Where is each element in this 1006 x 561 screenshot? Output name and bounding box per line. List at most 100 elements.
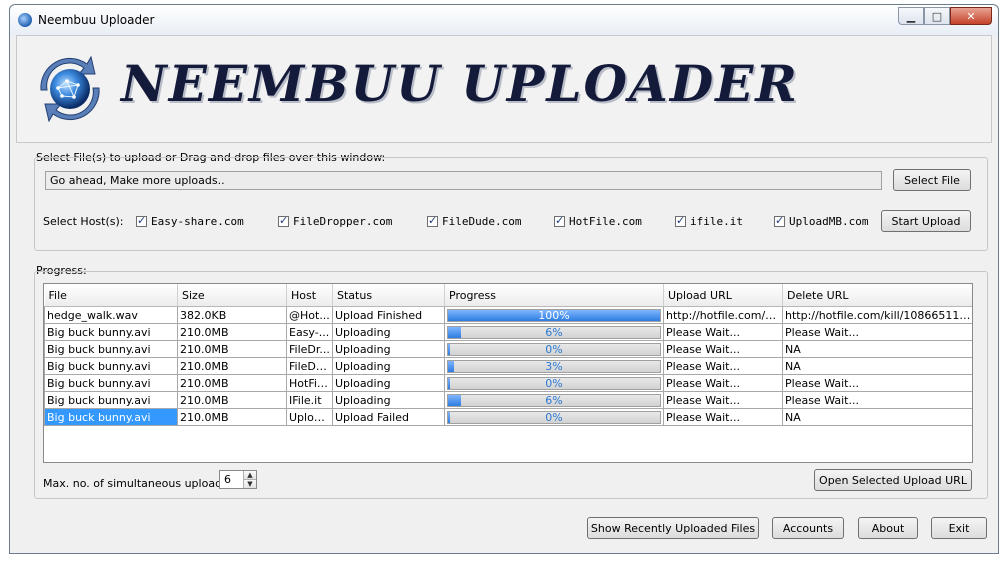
cell-upload-url[interactable]: Please Wait... bbox=[663, 374, 783, 392]
host-checkbox-filedude[interactable]: FileDude.com bbox=[427, 214, 521, 228]
exit-button[interactable]: Exit bbox=[931, 517, 987, 539]
about-button[interactable]: About bbox=[858, 517, 918, 539]
cell-status[interactable]: Uploading bbox=[332, 357, 445, 375]
uploads-table[interactable]: File Size Host Status Progress Upload UR… bbox=[43, 283, 973, 463]
column-header-upload-url[interactable]: Upload URL bbox=[663, 284, 783, 307]
show-recent-uploads-button[interactable]: Show Recently Uploaded Files bbox=[587, 517, 759, 539]
cell-size[interactable]: 210.0MB bbox=[177, 357, 287, 375]
cell-delete-url[interactable]: Please Wait... bbox=[782, 374, 972, 392]
cell-progress[interactable]: 6% bbox=[444, 391, 664, 409]
host-checkbox-uploadmb[interactable]: UploadMB.com bbox=[774, 214, 869, 228]
cell-file[interactable]: Big buck bunny.avi bbox=[44, 374, 178, 392]
column-header-progress[interactable]: Progress bbox=[444, 284, 664, 307]
max-uploads-spinner[interactable]: 6 ▲ ▼ bbox=[219, 470, 257, 489]
open-selected-upload-url-button[interactable]: Open Selected Upload URL bbox=[814, 469, 972, 491]
minimize-button[interactable]: ▁ bbox=[898, 7, 924, 25]
cell-status[interactable]: Upload Finished bbox=[332, 306, 445, 324]
cell-size[interactable]: 382.0KB bbox=[177, 306, 287, 324]
cell-host[interactable]: @Hot... bbox=[286, 306, 333, 324]
checkbox-checked-icon[interactable] bbox=[427, 214, 438, 227]
title-bar[interactable]: Neembuu Uploader ▁ □ ✕ bbox=[10, 5, 998, 35]
column-header-status[interactable]: Status bbox=[332, 284, 445, 307]
cell-upload-url[interactable]: Please Wait... bbox=[663, 323, 783, 341]
maximize-button[interactable]: □ bbox=[924, 7, 950, 25]
host-checkbox-hotfile[interactable]: HotFile.com bbox=[554, 214, 642, 228]
cell-size[interactable]: 210.0MB bbox=[177, 323, 287, 341]
cell-host[interactable]: FileDu... bbox=[286, 357, 333, 375]
checkbox-checked-icon[interactable] bbox=[136, 214, 147, 227]
host-checkbox-easy-share[interactable]: Easy-share.com bbox=[136, 214, 244, 228]
table-row[interactable]: Big buck bunny.avi 210.0MB HotFil... Upload… bbox=[44, 374, 972, 392]
cell-status[interactable]: Uploading bbox=[332, 323, 445, 341]
cell-progress[interactable]: 0% bbox=[444, 408, 664, 426]
cell-progress[interactable]: 0% bbox=[444, 340, 664, 358]
max-uploads-value[interactable]: 6 bbox=[224, 473, 231, 486]
table-row[interactable]: Big buck bunny.avi 210.0MB FileDu... Upload… bbox=[44, 357, 972, 375]
table-row[interactable]: Big buck bunny.avi 210.0MB IFile.it Uploadi… bbox=[44, 391, 972, 409]
start-upload-button[interactable]: Start Upload bbox=[881, 210, 971, 232]
logo-text: NEEMBUU UPLOADER bbox=[121, 54, 799, 113]
close-button[interactable]: ✕ bbox=[950, 7, 992, 25]
cell-upload-url[interactable]: http://hotfile.com/dl/... bbox=[663, 306, 783, 324]
select-file-button[interactable]: Select File bbox=[893, 169, 971, 191]
checkbox-checked-icon[interactable] bbox=[278, 214, 289, 227]
host-name: UploadMB.com bbox=[789, 215, 869, 228]
file-path-field[interactable]: Go ahead, Make more uploads.. bbox=[45, 171, 882, 190]
progress-percent: 6% bbox=[545, 393, 563, 407]
cell-delete-url[interactable]: http://hotfile.com/kill/108665113/22... bbox=[782, 306, 972, 324]
cell-status[interactable]: Uploading bbox=[332, 374, 445, 392]
cell-delete-url[interactable]: NA bbox=[782, 357, 972, 375]
cell-size[interactable]: 210.0MB bbox=[177, 374, 287, 392]
cell-file[interactable]: Big buck bunny.avi bbox=[44, 323, 178, 341]
select-hosts-label: Select Host(s): bbox=[43, 215, 124, 228]
cell-upload-url[interactable]: Please Wait... bbox=[663, 391, 783, 409]
maximize-icon: □ bbox=[931, 9, 943, 23]
cell-progress[interactable]: 6% bbox=[444, 323, 664, 341]
cell-host[interactable]: IFile.it bbox=[286, 391, 333, 409]
cell-file[interactable]: hedge_walk.wav bbox=[44, 306, 178, 324]
column-header-size[interactable]: Size bbox=[177, 284, 287, 307]
progress-percent: 0% bbox=[545, 376, 563, 390]
column-header-host[interactable]: Host bbox=[286, 284, 333, 307]
cell-host[interactable]: Easy-... bbox=[286, 323, 333, 341]
table-row[interactable]: Big buck bunny.avi 210.0MB Easy-... Uploadi… bbox=[44, 323, 972, 341]
spinner-up-icon[interactable]: ▲ bbox=[244, 471, 256, 480]
cell-progress[interactable]: 100% bbox=[444, 306, 664, 324]
checkbox-checked-icon[interactable] bbox=[675, 214, 686, 227]
cell-file[interactable]: Big buck bunny.avi bbox=[44, 357, 178, 375]
cell-host[interactable]: FileDr... bbox=[286, 340, 333, 358]
column-header-delete-url[interactable]: Delete URL bbox=[782, 284, 972, 307]
cell-progress[interactable]: 3% bbox=[444, 357, 664, 375]
checkbox-checked-icon[interactable] bbox=[774, 214, 785, 227]
table-row[interactable]: Big buck bunny.avi 210.0MB FileDr... Upload… bbox=[44, 340, 972, 358]
cell-delete-url[interactable]: NA bbox=[782, 408, 972, 426]
cell-upload-url[interactable]: Please Wait... bbox=[663, 340, 783, 358]
accounts-button[interactable]: Accounts bbox=[772, 517, 844, 539]
cell-upload-url[interactable]: Please Wait... bbox=[663, 408, 783, 426]
checkbox-checked-icon[interactable] bbox=[554, 214, 565, 227]
host-checkbox-ifile[interactable]: ifile.it bbox=[675, 214, 743, 228]
cell-delete-url[interactable]: Please Wait... bbox=[782, 323, 972, 341]
cell-size[interactable]: 210.0MB bbox=[177, 391, 287, 409]
cell-status[interactable]: Uploading bbox=[332, 340, 445, 358]
cell-progress[interactable]: 0% bbox=[444, 374, 664, 392]
spinner-down-icon[interactable]: ▼ bbox=[244, 479, 256, 488]
cell-delete-url[interactable]: Please Wait... bbox=[782, 391, 972, 409]
cell-size[interactable]: 210.0MB bbox=[177, 408, 287, 426]
host-checkbox-filedropper[interactable]: FileDropper.com bbox=[278, 214, 392, 228]
table-row[interactable]: Big buck bunny.avi 210.0MB Uploa... Upload … bbox=[44, 408, 972, 426]
cell-file[interactable]: Big buck bunny.avi bbox=[44, 391, 178, 409]
cell-file[interactable]: Big buck bunny.avi bbox=[44, 340, 178, 358]
column-header-file[interactable]: File bbox=[44, 284, 178, 307]
cell-host[interactable]: HotFil... bbox=[286, 374, 333, 392]
cell-status[interactable]: Uploading bbox=[332, 391, 445, 409]
cell-file[interactable]: Big buck bunny.avi bbox=[44, 408, 178, 426]
progress-bar: 0% bbox=[447, 410, 661, 424]
cell-status[interactable]: Upload Failed bbox=[332, 408, 445, 426]
progress-percent: 100% bbox=[538, 308, 570, 322]
table-row[interactable]: hedge_walk.wav 382.0KB @Hot... Upload Finis… bbox=[44, 306, 972, 324]
cell-host[interactable]: Uploa... bbox=[286, 408, 333, 426]
cell-upload-url[interactable]: Please Wait... bbox=[663, 357, 783, 375]
cell-size[interactable]: 210.0MB bbox=[177, 340, 287, 358]
cell-delete-url[interactable]: NA bbox=[782, 340, 972, 358]
